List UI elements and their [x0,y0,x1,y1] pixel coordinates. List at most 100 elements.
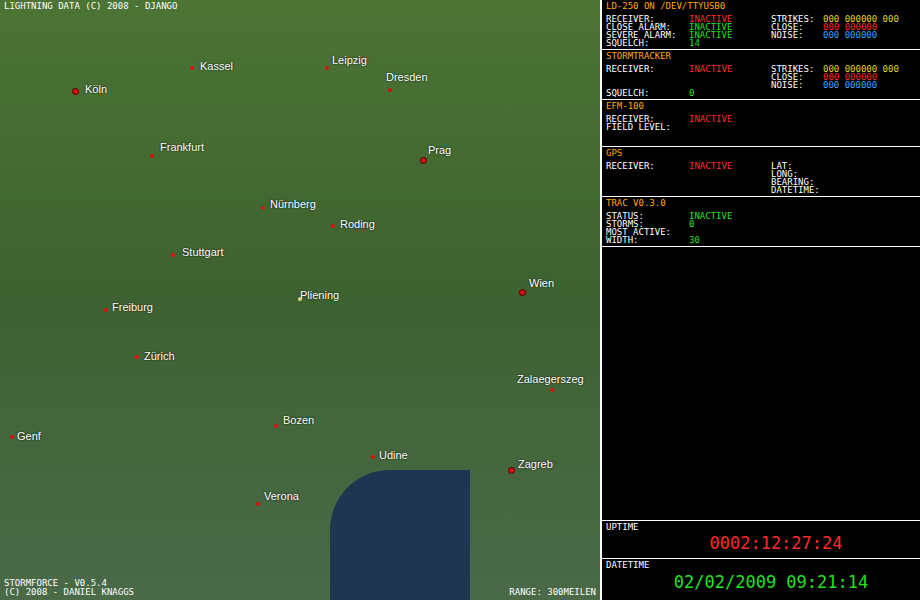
info-value: 30 [689,236,700,244]
info-row: WIDTH:30 [606,236,771,244]
city-label: Pliening [300,289,339,302]
section-title: LD-250 ON /DEV/TTYUSB0 [606,2,916,11]
info-value: 000 000000 [823,73,877,81]
city-pin[interactable] [508,467,515,474]
info-label: SQUELCH: [606,89,689,97]
city-pin[interactable] [190,66,194,70]
city-label: Köln [85,83,107,96]
city-label: Bozen [283,414,314,427]
info-label: STATUS: [606,212,689,220]
info-row: RECEIVER:INACTIVE [606,65,771,73]
info-row: LAT: [771,162,916,170]
city-label: Frankfurt [160,141,204,154]
city-label: Prag [428,144,451,157]
city-pin[interactable] [261,206,265,210]
datetime-label: DATETIME [606,560,916,570]
city-label: Freiburg [112,301,153,314]
info-label: RECEIVER: [606,15,689,23]
city-label: Zürich [144,350,175,363]
info-label: LAT: [771,162,823,170]
uptime-panel: UPTIME0002:12:27:24 [602,520,920,558]
device-section: TRAC V0.3.0STATUS:INACTIVESTORMS:0MOST A… [602,197,920,247]
info-row: STORMS:0 [606,220,771,228]
info-row: RECEIVER:INACTIVE [606,162,771,170]
city-pin[interactable] [388,88,392,92]
info-value: INACTIVE [689,162,732,170]
section-title: TRAC V0.3.0 [606,199,916,208]
uptime-value: 0002:12:27:24 [606,532,916,554]
info-value: 000 000000 [823,81,877,89]
info-value: 000 000000 000 [823,65,899,73]
info-row: STRIKES:000 000000 000 [771,65,916,73]
city-pin[interactable] [256,502,260,506]
info-row: LONG: [771,170,916,178]
city-pin[interactable] [135,355,139,359]
info-value: 000 000000 000 [823,15,899,23]
right-column [771,212,916,244]
city-pin[interactable] [150,154,154,158]
device-section: EFM-100 RECEIVER:INACTIVEFIELD LEVEL: [602,100,920,147]
right-column: LAT:LONG:BEARING:DATETIME: [771,162,916,194]
info-row [606,81,771,89]
info-value: 000 000000 [823,31,877,39]
info-label: CLOSE ALARM: [606,23,689,31]
city-label: Dresden [386,71,428,84]
info-value: INACTIVE [689,15,732,23]
info-label: SEVERE ALARM: [606,31,689,39]
info-label: FIELD LEVEL: [606,123,689,131]
info-row: CLOSE:000 000000 [771,23,916,31]
info-label: DATETIME: [771,186,823,194]
city-label: Kassel [200,60,233,73]
info-label: CLOSE: [771,23,823,31]
map-credit: LIGHTNING DATA (C) 2008 - DJANGO [4,1,177,11]
info-row: SEVERE ALARM:INACTIVE [606,31,771,39]
info-label: RECEIVER: [606,115,689,123]
city-label: Leipzig [332,54,367,67]
city-pin[interactable] [72,88,79,95]
device-section: STORMTRACKER RECEIVER:INACTIVE SQUELCH:0 ST… [602,50,920,100]
info-row: SQUELCH:14 [606,39,771,47]
info-value: INACTIVE [689,65,732,73]
app-info: STORMFORCE - V0.5.4(C) 2008 - DANIEL KNA… [4,579,134,597]
info-row: NOISE:000 000000 [771,81,916,89]
info-label: RECEIVER: [606,162,689,170]
city-pin[interactable] [274,424,278,428]
info-row: FIELD LEVEL: [606,123,771,131]
city-pin[interactable] [331,224,335,228]
uptime-label: UPTIME [606,522,916,532]
info-label: STRIKES: [771,65,823,73]
map-range: RANGE: 300MEILEN [509,588,596,597]
map[interactable]: LIGHTNING DATA (C) 2008 - DJANGO Köln Kass… [0,0,600,600]
city-pin[interactable] [104,308,108,312]
city-label: Roding [340,218,375,231]
city-pin[interactable] [325,66,329,70]
city-pin[interactable] [420,157,427,164]
info-value: INACTIVE [689,115,732,123]
info-label: NOISE: [771,31,823,39]
datetime-panel: DATETIME02/02/2009 09:21:14 [602,558,920,600]
info-row: NOISE:000 000000 [771,31,916,39]
left-column: RECEIVER:INACTIVE [606,162,771,194]
city-pin[interactable] [519,289,526,296]
section-title: GPS [606,149,916,158]
city-pin[interactable] [371,455,375,459]
city-pin[interactable] [171,253,175,257]
city-label: Verona [264,490,299,503]
info-row: STATUS:INACTIVE [606,212,771,220]
city-pin[interactable] [550,388,554,392]
info-row: DATETIME: [771,186,916,194]
info-value: 14 [689,39,700,47]
section-title: EFM-100 [606,102,916,111]
device-section: GPSRECEIVER:INACTIVELAT:LONG:BEARING:DAT… [602,147,920,197]
city-pin[interactable] [10,435,14,439]
info-label: BEARING: [771,178,823,186]
info-value: 0 [689,220,694,228]
info-value: 0 [689,89,694,97]
section-title: STORMTRACKER [606,52,916,61]
info-label: RECEIVER: [606,65,689,73]
info-row: STRIKES:000 000000 000 [771,15,916,23]
right-column: STRIKES:000 000000 000CLOSE:000 000000NO… [771,15,916,47]
info-label: STORMS: [606,220,689,228]
info-label: SQUELCH: [606,39,689,47]
